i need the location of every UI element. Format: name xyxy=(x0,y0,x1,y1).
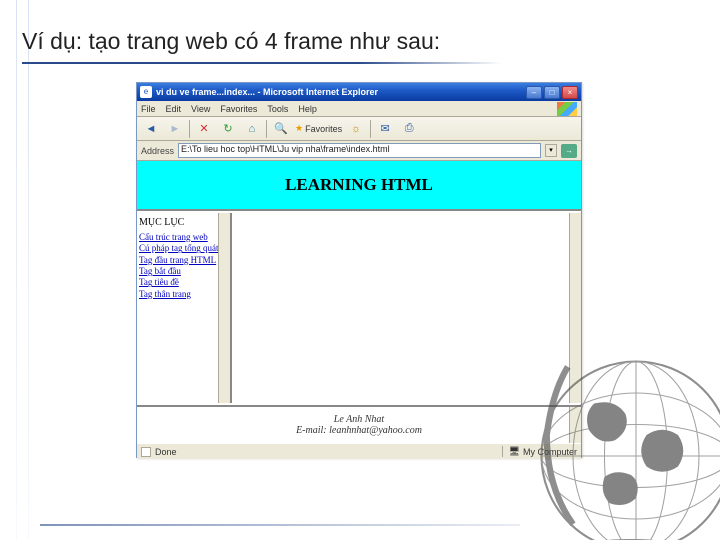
footer-email: E-mail: leanhnhat@yahoo.com xyxy=(296,425,422,436)
title-underline xyxy=(22,62,502,64)
toc-link[interactable]: Cú pháp tag tổng quát xyxy=(139,243,228,253)
menu-view[interactable]: View xyxy=(191,104,210,114)
home-button[interactable]: ⌂ xyxy=(242,119,262,139)
maximize-button[interactable]: □ xyxy=(544,86,560,99)
print-button[interactable]: ⎙ xyxy=(399,119,419,139)
toc-heading: MỤC LỤC xyxy=(139,217,228,228)
slide-footer-rule xyxy=(0,524,720,532)
go-button[interactable]: → xyxy=(561,144,577,158)
statusbar: Done 🖥 My Computer xyxy=(137,443,581,459)
computer-icon: 🖥 xyxy=(509,446,520,457)
address-label: Address xyxy=(141,146,174,156)
ie-icon: e xyxy=(140,86,152,98)
frame-top: LEARNING HTML xyxy=(137,161,581,211)
forward-button[interactable]: ► xyxy=(165,119,185,139)
footer-author: Le Anh Nhat xyxy=(334,414,384,425)
page-icon xyxy=(141,447,151,457)
frame-left: MỤC LỤC Cấu trúc trang web Cú pháp tag t… xyxy=(137,213,232,403)
slide-title: Ví dụ: tạo trang web có 4 frame như sau: xyxy=(22,28,440,55)
address-dropdown-icon[interactable]: ▾ xyxy=(545,144,557,157)
star-icon: ★ xyxy=(295,123,303,134)
scrollbar[interactable] xyxy=(569,407,581,443)
toolbar: ◄ ► ✕ ↻ ⌂ 🔍 ★ Favorites ☼ ✉ ⎙ xyxy=(137,117,581,141)
zone-text: My Computer xyxy=(523,447,577,457)
toc-link[interactable]: Tag tiêu đề xyxy=(139,277,228,287)
status-text: Done xyxy=(155,447,177,457)
refresh-button[interactable]: ↻ xyxy=(218,119,238,139)
frame-right xyxy=(234,213,581,403)
mail-button[interactable]: ✉ xyxy=(375,119,395,139)
menu-edit[interactable]: Edit xyxy=(166,104,182,114)
toc-link[interactable]: Tag bắt đầu xyxy=(139,266,228,276)
security-zone: 🖥 My Computer xyxy=(502,446,577,457)
toolbar-separator xyxy=(189,120,190,138)
menu-help[interactable]: Help xyxy=(298,104,317,114)
favorites-label: Favorites xyxy=(305,124,342,134)
address-input[interactable]: E:\To lieu hoc top\HTML\Ju vip nha\frame… xyxy=(178,143,541,158)
windows-logo-icon xyxy=(557,102,577,116)
history-button[interactable]: ☼ xyxy=(346,119,366,139)
menu-favorites[interactable]: Favorites xyxy=(220,104,257,114)
toc-link[interactable]: Tag đầu trang HTML xyxy=(139,255,228,265)
window-title: vi du ve frame...index... - Microsoft In… xyxy=(156,87,526,97)
minimize-button[interactable]: – xyxy=(526,86,542,99)
page-heading: LEARNING HTML xyxy=(285,175,433,195)
scrollbar[interactable] xyxy=(218,213,230,403)
toc-link[interactable]: Tag thân trang xyxy=(139,289,228,299)
search-button[interactable]: 🔍 xyxy=(271,119,291,139)
favorites-button[interactable]: ★ Favorites xyxy=(295,123,342,134)
stop-button[interactable]: ✕ xyxy=(194,119,214,139)
menu-file[interactable]: File xyxy=(141,104,156,114)
close-button[interactable]: × xyxy=(562,86,578,99)
address-bar: Address E:\To lieu hoc top\HTML\Ju vip n… xyxy=(137,141,581,161)
menu-tools[interactable]: Tools xyxy=(267,104,288,114)
back-button[interactable]: ◄ xyxy=(141,119,161,139)
ie-window: e vi du ve frame...index... - Microsoft … xyxy=(136,82,582,458)
frame-bottom: Le Anh Nhat E-mail: leanhnhat@yahoo.com xyxy=(137,405,581,443)
menubar: File Edit View Favorites Tools Help xyxy=(137,101,581,117)
toolbar-separator xyxy=(266,120,267,138)
toc-link[interactable]: Cấu trúc trang web xyxy=(139,232,228,242)
content-area: LEARNING HTML MỤC LỤC Cấu trúc trang web… xyxy=(137,161,581,443)
scrollbar[interactable] xyxy=(569,213,581,403)
toolbar-separator xyxy=(370,120,371,138)
titlebar: e vi du ve frame...index... - Microsoft … xyxy=(137,83,581,101)
